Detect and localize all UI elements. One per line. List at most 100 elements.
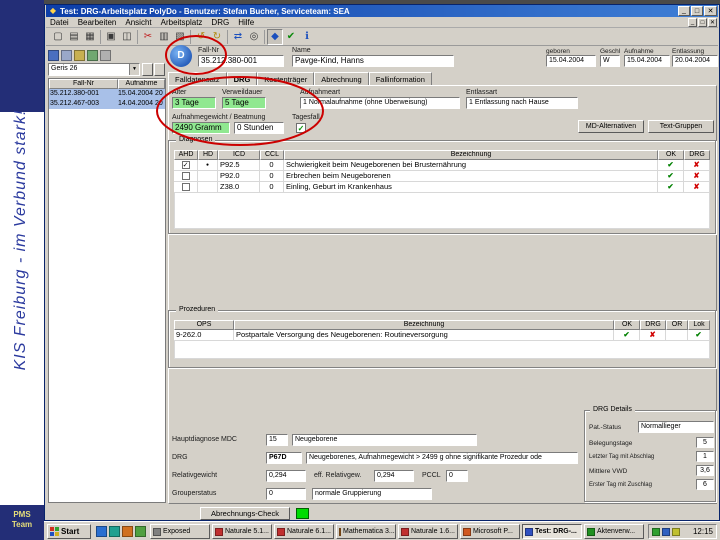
close-button[interactable]: ✕ (704, 6, 717, 16)
grouperstatus-code-field[interactable]: 0 (266, 488, 306, 500)
geschl-field[interactable]: W (600, 55, 620, 67)
check-tool-icon[interactable]: ✔ (283, 28, 299, 45)
nav-tool-icon-2[interactable] (61, 50, 72, 61)
menu-hilfe[interactable]: Hilfe (238, 18, 254, 27)
menu-ansicht[interactable]: Ansicht (125, 18, 151, 27)
pat-status-field[interactable]: Normallieger (638, 421, 714, 433)
mdc-code-field[interactable]: 15 (266, 434, 288, 446)
ahd-checkbox[interactable]: ✓ (181, 161, 190, 170)
quicklaunch-icon-3[interactable] (122, 526, 133, 537)
relativgewicht-field[interactable]: 0,294 (266, 470, 306, 482)
taskbar-item[interactable]: Naturale 1.6... (398, 524, 458, 539)
nav-tool-icon-5[interactable] (100, 50, 111, 61)
case-list-row[interactable]: 35.212.467-003 14.04.2004 20 (49, 99, 165, 109)
print-preview-icon[interactable]: ◫ (119, 28, 135, 45)
mdi-minimize-button[interactable]: _ (688, 18, 697, 27)
minimize-button[interactable]: _ (678, 6, 690, 16)
belegungstage-field[interactable]: 5 (696, 437, 714, 448)
geboren-field[interactable]: 15.04.2004 (546, 55, 596, 67)
tab-drg[interactable]: DRG (226, 72, 258, 86)
case-nav-button-1[interactable] (142, 63, 153, 76)
diagnose-row[interactable]: ✓ ● P92.5 0 Schwierigkeit beim Neugebore… (174, 160, 710, 171)
grouper-icon[interactable]: ◆ (267, 28, 283, 45)
title-bar[interactable]: ◆ Test: DRG-Arbeitsplatz PolyDo - Benutz… (46, 5, 718, 17)
verweildauer-field[interactable]: 5 Tage (222, 97, 266, 109)
diagnosen-col-ok[interactable]: OK (658, 150, 684, 160)
tagesfall-checkbox[interactable]: ✓ (296, 123, 306, 133)
menu-bearbeiten[interactable]: Bearbeiten (78, 18, 117, 27)
ward-combobox[interactable]: Geris 26 ▼ (48, 63, 140, 76)
mittlere-vwd-field[interactable]: 3,6 (696, 465, 714, 476)
prozedur-row[interactable]: 9-262.0 Postpartale Versorgung des Neuge… (174, 330, 710, 341)
diagnosen-col-ccl[interactable]: CCL (260, 150, 284, 160)
diagnose-row[interactable]: P92.0 0 Erbrechen beim Neugeborenen ✔ ✘ (174, 171, 710, 182)
diagnosen-col-hd[interactable]: HD (198, 150, 218, 160)
menu-drg[interactable]: DRG (211, 18, 229, 27)
mdi-close-button[interactable]: ✕ (708, 18, 717, 27)
prozeduren-col-drg[interactable]: DRG (640, 320, 666, 330)
nav-tool-icon-3[interactable] (74, 50, 85, 61)
prozeduren-col-ok[interactable]: OK (614, 320, 640, 330)
prozeduren-col-or[interactable]: OR (666, 320, 688, 330)
clock[interactable]: 12:15 (693, 527, 713, 536)
diagnosen-col-icd[interactable]: ICD (218, 150, 260, 160)
nav-tool-icon-1[interactable] (48, 50, 59, 61)
case-nav-button-2[interactable] (154, 63, 165, 76)
pccl-field[interactable]: 0 (446, 470, 468, 482)
tab-abrechnung[interactable]: Abrechnung (314, 72, 369, 86)
beatmung-field[interactable]: 0 Stunden (234, 122, 284, 134)
print-icon[interactable]: ▣ (103, 28, 119, 45)
nav-tool-icon-4[interactable] (87, 50, 98, 61)
new-icon[interactable]: ▢ (50, 28, 66, 45)
abrechnungs-check-button[interactable]: Abrechnungs-Check (200, 507, 290, 520)
grouperstatus-text-field[interactable]: normale Gruppierung (312, 488, 432, 500)
taskbar-item[interactable]: Exposed (150, 524, 210, 539)
taskbar-item[interactable]: Microsoft P... (460, 524, 520, 539)
tray-icon-3[interactable] (672, 527, 680, 536)
paste-icon[interactable]: ▧ (172, 28, 188, 45)
copy-icon[interactable]: ▥ (156, 28, 172, 45)
case-list-col-aufnahme[interactable]: Aufnahme (118, 79, 165, 89)
aufnahmeart-field[interactable]: 1 Normalaufnahme (ohne Überweisung) (300, 97, 460, 109)
maximize-button[interactable]: □ (691, 6, 703, 16)
entlassung-field[interactable]: 20.04.2004 (672, 55, 718, 67)
zuschlag-field[interactable]: 6 (696, 479, 714, 490)
tray-icon-1[interactable] (652, 527, 660, 536)
quicklaunch-icon-1[interactable] (96, 526, 107, 537)
name-field[interactable]: Pavge-Kind, Hanns (292, 55, 454, 67)
save-icon[interactable]: ▦ (82, 28, 98, 45)
search-icon[interactable]: ◎ (246, 28, 262, 45)
diagnose-row[interactable]: Z38.0 0 Einling, Geburt im Krankenhaus ✔… (174, 182, 710, 193)
drg-code-field[interactable]: P67D (266, 452, 302, 464)
menu-arbeitsplatz[interactable]: Arbeitsplatz (161, 18, 203, 27)
abschlag-field[interactable]: 1 (696, 451, 714, 462)
info-icon[interactable]: ℹ (299, 28, 315, 45)
chevron-down-icon[interactable]: ▼ (129, 64, 139, 75)
tab-falldatensatz[interactable]: Falldatensatz (168, 72, 227, 86)
taskbar-item-active[interactable]: Test: DRG-... (522, 524, 582, 539)
redo-icon[interactable]: ↻ (209, 28, 225, 45)
case-list-col-fallnr[interactable]: Fall-Nr (49, 79, 118, 89)
drg-text-field[interactable]: Neugeborenes, Aufnahmegewicht > 2499 g o… (306, 452, 578, 464)
entlassart-field[interactable]: 1 Entlassung nach Hause (466, 97, 578, 109)
text-gruppen-button[interactable]: Text-Gruppen (648, 120, 714, 133)
taskbar-item[interactable]: Naturale 6.1... (274, 524, 334, 539)
taskbar-item[interactable]: Naturale 5.1... (212, 524, 272, 539)
fallnr-field[interactable]: 35.212.380-001 (198, 55, 284, 67)
undo-icon[interactable]: ↺ (193, 28, 209, 45)
mdi-restore-button[interactable]: □ (698, 18, 707, 27)
menu-datei[interactable]: Datei (50, 18, 69, 27)
diagnosen-col-bezeichnung[interactable]: Bezeichnung (284, 150, 658, 160)
ahd-checkbox[interactable] (181, 172, 190, 181)
alter-field[interactable]: 3 Tage (172, 97, 216, 109)
eff-relativgewicht-field[interactable]: 0,294 (374, 470, 414, 482)
prozeduren-col-ops[interactable]: OPS (174, 320, 234, 330)
cut-icon[interactable]: ✂ (140, 28, 156, 45)
tab-kostentraeger[interactable]: Kostenträger (257, 72, 315, 86)
quicklaunch-icon-4[interactable] (135, 526, 146, 537)
prozeduren-col-lok[interactable]: Lok (688, 320, 710, 330)
prozeduren-col-bezeichnung[interactable]: Bezeichnung (234, 320, 614, 330)
tab-fallinformation[interactable]: Fallinformation (368, 72, 432, 86)
tray-icon-2[interactable] (662, 527, 670, 536)
ahd-checkbox[interactable] (181, 183, 190, 192)
